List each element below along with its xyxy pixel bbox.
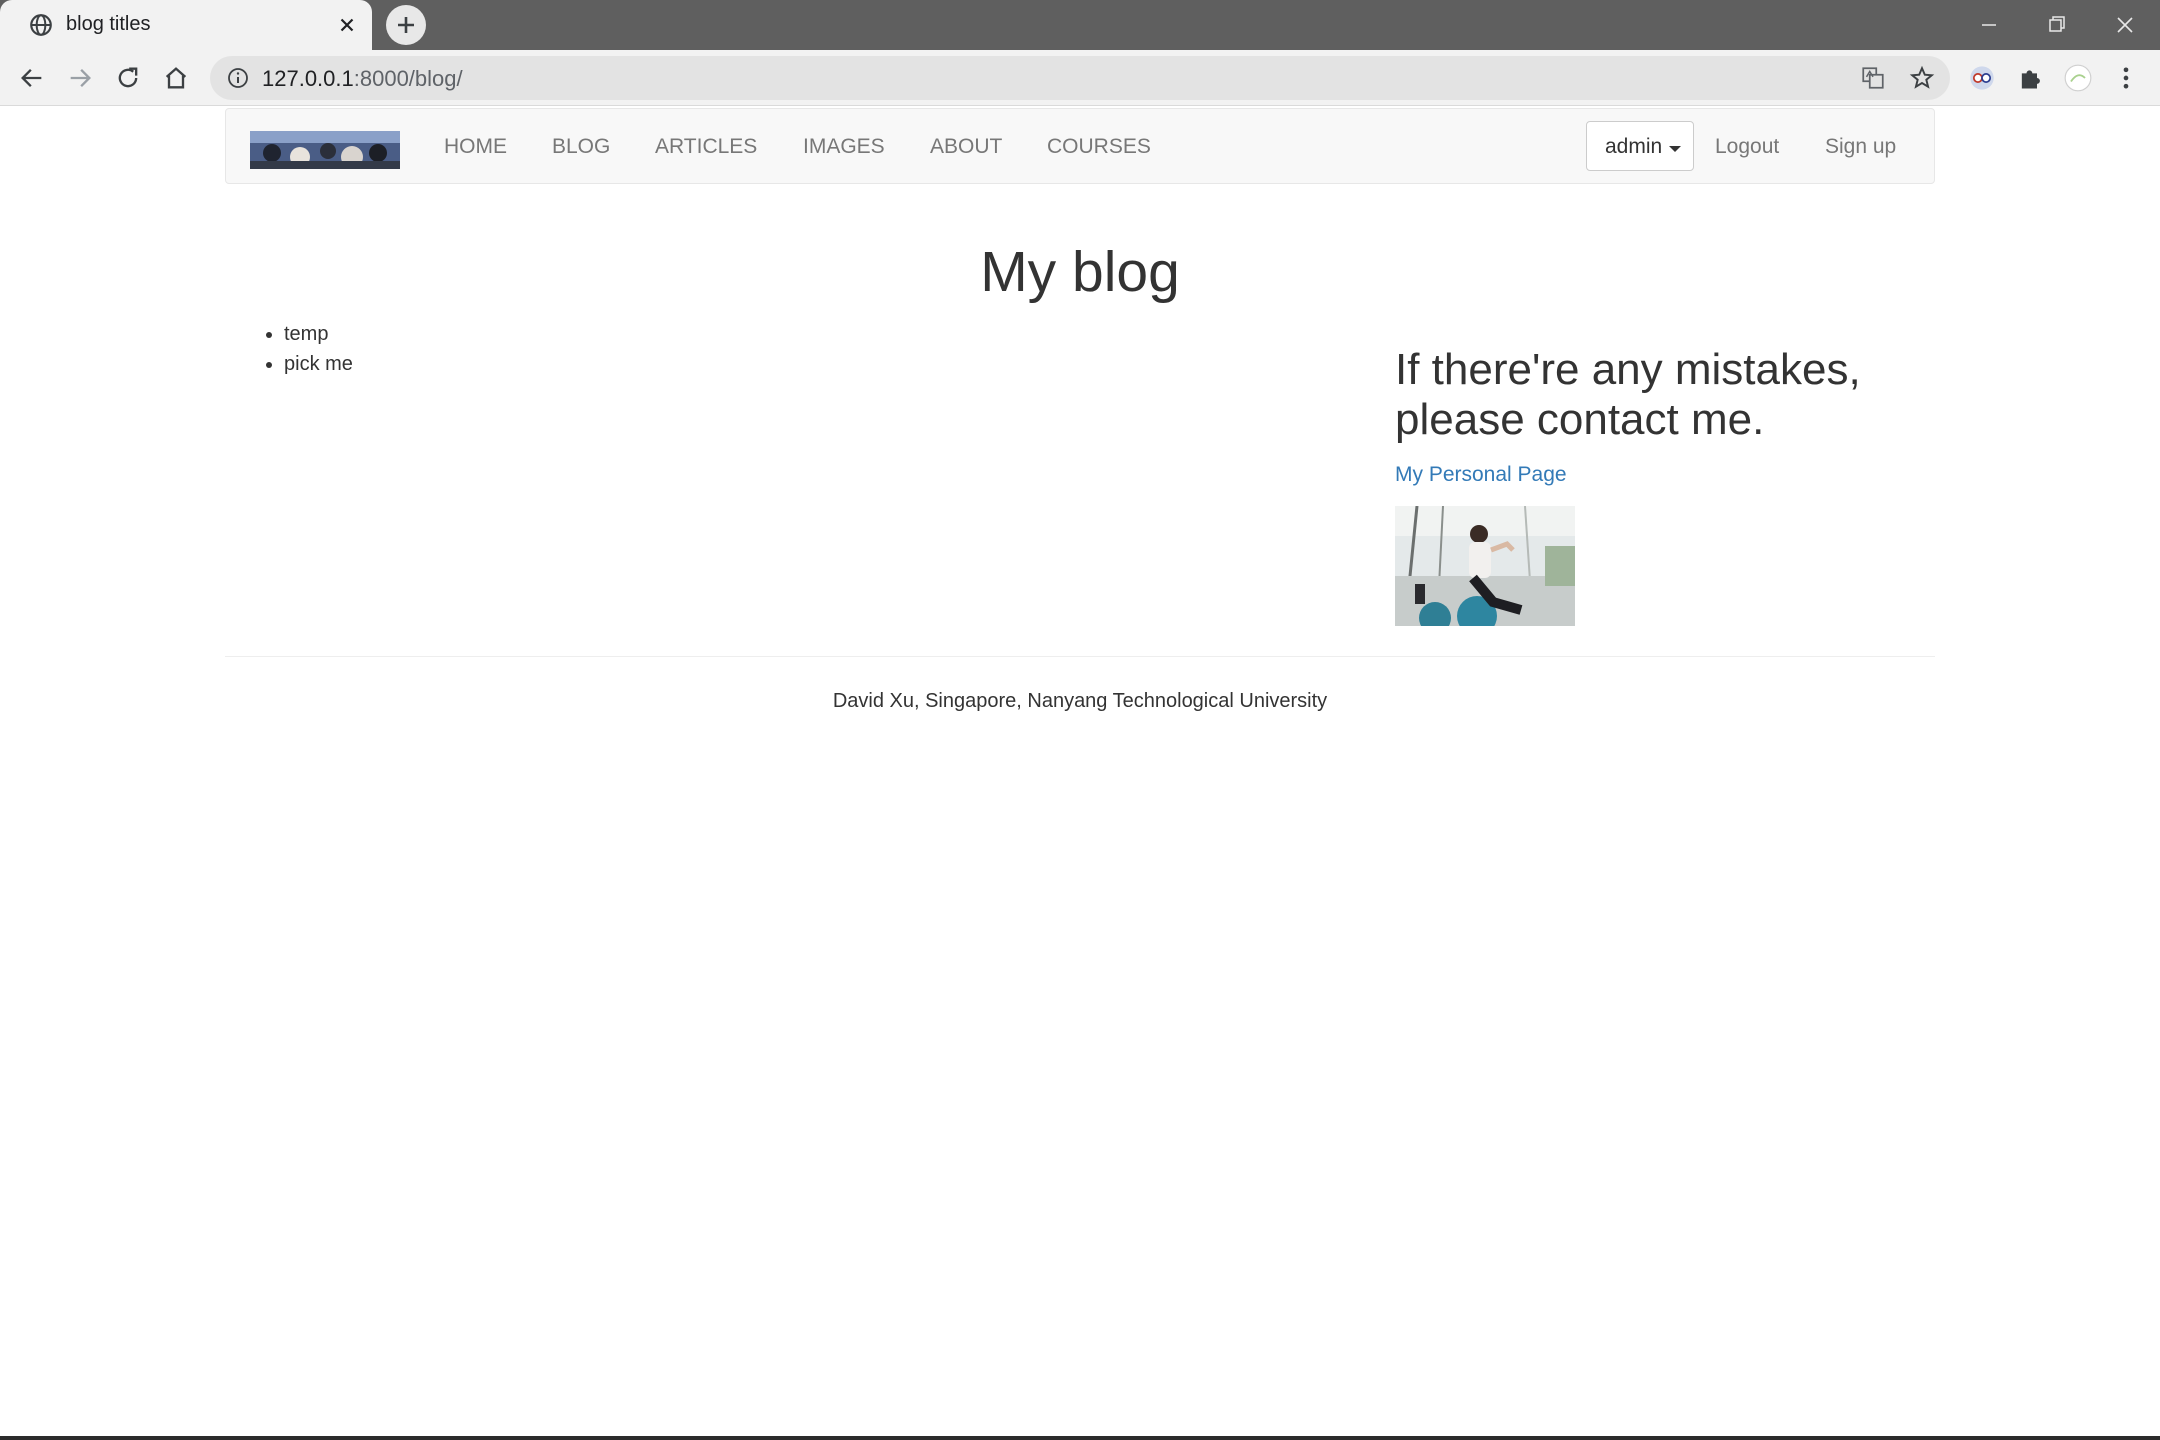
footer-text: David Xu, Singapore, Nanyang Technologic… bbox=[832, 690, 1328, 712]
info-icon[interactable] bbox=[226, 66, 250, 90]
page-content: HOME BLOG ARTICLES IMAGES ABOUT COURSES … bbox=[0, 107, 2160, 1437]
minimize-icon[interactable] bbox=[1974, 10, 2004, 40]
site-logo[interactable] bbox=[250, 131, 400, 169]
close-window-icon[interactable] bbox=[2110, 10, 2140, 40]
browser-tab-strip: blog titles bbox=[0, 0, 2160, 50]
restore-icon[interactable] bbox=[2042, 10, 2072, 40]
blog-post-link[interactable]: temp bbox=[284, 323, 328, 345]
footer-divider bbox=[225, 656, 1935, 657]
profile-avatar-icon[interactable] bbox=[2064, 64, 2092, 92]
sidebar-photo bbox=[1395, 506, 1575, 626]
menu-kebab-icon[interactable] bbox=[2112, 64, 2140, 92]
list-item: pick me bbox=[266, 349, 353, 379]
nav-home[interactable]: HOME bbox=[444, 135, 507, 159]
user-menu-dropdown[interactable]: admin bbox=[1586, 121, 1694, 171]
plus-icon bbox=[398, 17, 414, 33]
sidebar-heading: If there're any mistakes, please contact… bbox=[1395, 345, 1861, 444]
page-title: My blog bbox=[980, 240, 1180, 304]
globe-icon bbox=[30, 14, 52, 36]
nav-blog[interactable]: BLOG bbox=[552, 135, 610, 159]
window-bottom-edge bbox=[0, 1436, 2160, 1440]
extensions-puzzle-icon[interactable] bbox=[2016, 64, 2044, 92]
home-icon[interactable] bbox=[162, 64, 190, 92]
address-bar[interactable]: 127.0.0.1:8000/blog/ bbox=[210, 56, 1950, 100]
site-navbar: HOME BLOG ARTICLES IMAGES ABOUT COURSES … bbox=[225, 108, 1935, 184]
blog-post-list: temp pick me bbox=[266, 319, 353, 379]
logout-link[interactable]: Logout bbox=[1715, 135, 1779, 159]
user-menu-label: admin bbox=[1605, 135, 1663, 158]
nav-about[interactable]: ABOUT bbox=[930, 135, 1002, 159]
url-host: 127.0.0.1 bbox=[262, 66, 354, 91]
nav-courses[interactable]: COURSES bbox=[1047, 135, 1151, 159]
extension-owl-icon[interactable] bbox=[1968, 64, 1996, 92]
reload-icon[interactable] bbox=[114, 64, 142, 92]
translate-icon[interactable] bbox=[1860, 65, 1886, 91]
bookmark-star-icon[interactable] bbox=[1909, 65, 1935, 91]
browser-toolbar: 127.0.0.1:8000/blog/ bbox=[0, 50, 2160, 106]
personal-page-link[interactable]: My Personal Page bbox=[1395, 463, 1567, 487]
url-text[interactable]: 127.0.0.1:8000/blog/ bbox=[262, 66, 463, 92]
back-icon[interactable] bbox=[18, 64, 46, 92]
forward-icon[interactable] bbox=[66, 64, 94, 92]
signup-link[interactable]: Sign up bbox=[1825, 135, 1896, 159]
list-item: temp bbox=[266, 319, 353, 349]
nav-images[interactable]: IMAGES bbox=[803, 135, 885, 159]
caret-down-icon bbox=[1669, 146, 1681, 152]
browser-tab-active[interactable]: blog titles bbox=[0, 0, 372, 50]
url-path: :8000/blog/ bbox=[353, 66, 463, 91]
nav-articles[interactable]: ARTICLES bbox=[655, 135, 757, 159]
close-tab-icon[interactable] bbox=[336, 14, 358, 36]
blog-post-link[interactable]: pick me bbox=[284, 353, 353, 375]
new-tab-button[interactable] bbox=[386, 5, 426, 45]
tab-title: blog titles bbox=[66, 13, 151, 35]
